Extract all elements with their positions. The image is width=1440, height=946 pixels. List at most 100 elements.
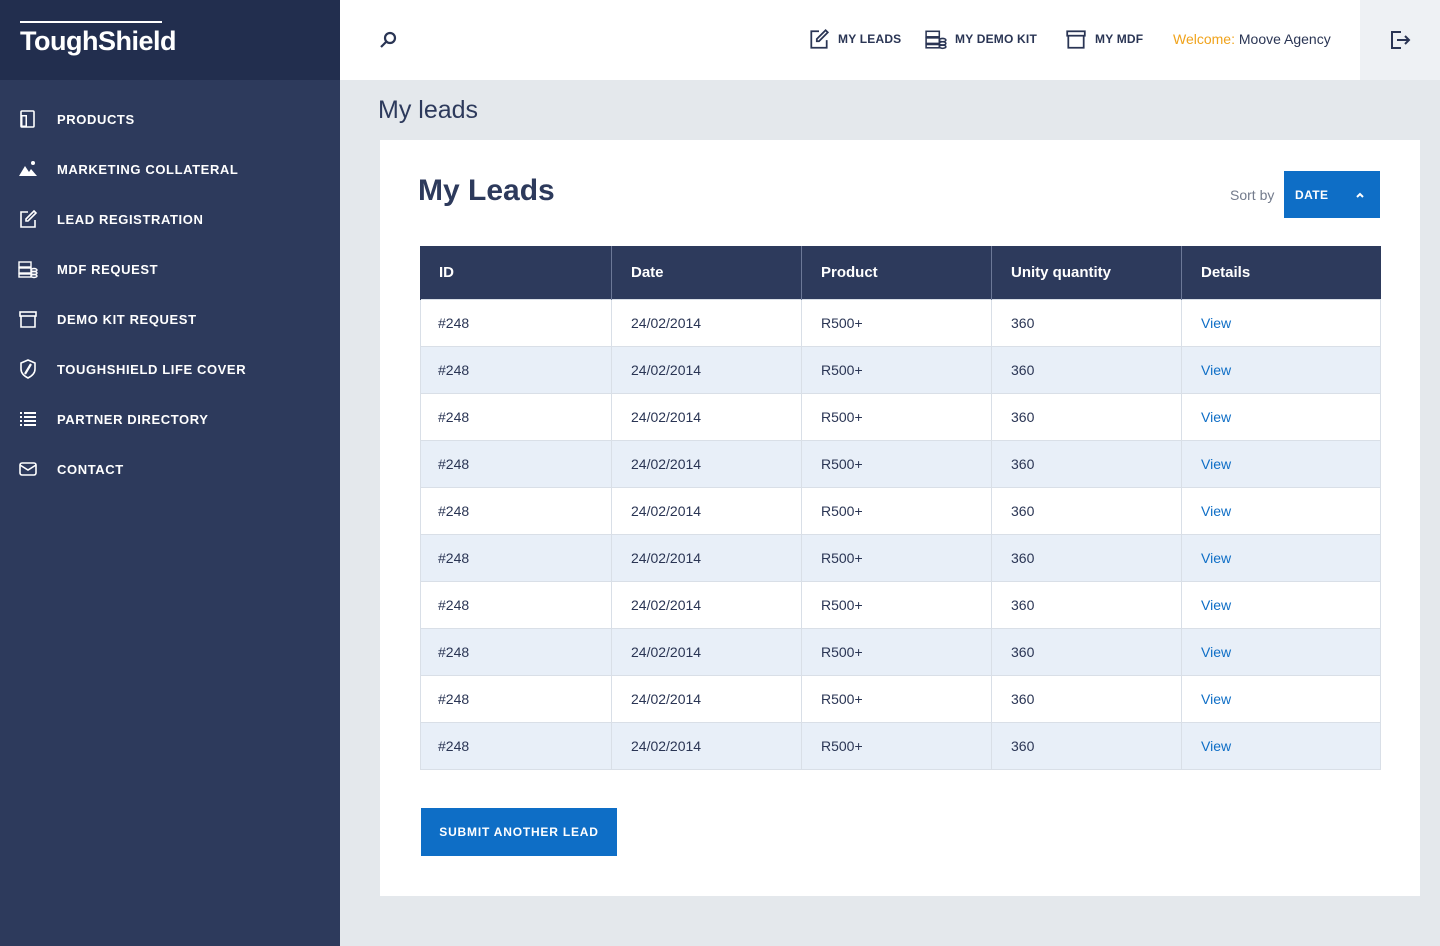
cell-details: View [1181,486,1381,535]
top-link-my-mdf[interactable]: MY MDF [1065,28,1143,50]
sidebar-item-mdf-request[interactable]: MDF REQUEST [0,244,340,294]
cell-date: 24/02/2014 [611,721,802,770]
top-link-my-demo-kit[interactable]: MY DEMO KIT [925,28,1037,50]
sidebar-item-label: DEMO KIT REQUEST [57,311,197,327]
cell-quantity: 360 [991,439,1182,488]
cell-details: View [1181,721,1381,770]
table-row: #248 24/02/2014 R500+ 360 View [420,721,1381,770]
card-title: My Leads [418,174,555,207]
cell-quantity: 360 [991,392,1182,441]
search-icon[interactable] [378,30,398,50]
sort-dropdown[interactable]: DATE [1284,171,1380,218]
cell-id: #248 [420,580,612,629]
logout-button[interactable] [1360,0,1440,80]
cell-details: View [1181,439,1381,488]
table-row: #248 24/02/2014 R500+ 360 View [420,674,1381,723]
cell-product: R500+ [801,721,992,770]
list-icon [18,409,38,429]
view-link[interactable]: View [1201,503,1231,519]
cell-quantity: 360 [991,721,1182,770]
sidebar-item-life-cover[interactable]: TOUGHSHIELD LIFE COVER [0,344,340,394]
sidebar-item-products[interactable]: PRODUCTS [0,94,340,144]
view-link[interactable]: View [1201,644,1231,660]
top-bar: MY LEADS MY DEMO KIT MY MDF Welcome: Moo… [340,0,1440,80]
cell-date: 24/02/2014 [611,392,802,441]
top-link-my-leads[interactable]: MY LEADS [808,28,901,50]
sidebar-item-partner-directory[interactable]: PARTNER DIRECTORY [0,394,340,444]
cell-details: View [1181,627,1381,676]
sidebar-item-label: PRODUCTS [57,111,135,127]
table-row: #248 24/02/2014 R500+ 360 View [420,627,1381,676]
sidebar-item-contact[interactable]: CONTACT [0,444,340,494]
edit-icon [18,209,38,229]
cell-id: #248 [420,345,612,394]
column-header-quantity[interactable]: Unity quantity [991,246,1182,299]
column-header-product[interactable]: Product [801,246,992,299]
cell-date: 24/02/2014 [611,533,802,582]
table-row: #248 24/02/2014 R500+ 360 View [420,580,1381,629]
cell-product: R500+ [801,439,992,488]
chevron-up-icon [1356,192,1364,198]
cell-details: View [1181,580,1381,629]
cell-product: R500+ [801,345,992,394]
view-link[interactable]: View [1201,691,1231,707]
table-row: #248 24/02/2014 R500+ 360 View [420,439,1381,488]
sidebar-item-label: MARKETING COLLATERAL [57,161,239,177]
leads-table: ID Date Product Unity quantity Details #… [420,246,1381,770]
view-link[interactable]: View [1201,315,1231,331]
top-link-label: MY DEMO KIT [955,32,1037,46]
user-name[interactable]: Moove Agency [1239,31,1331,47]
money-icon [925,30,947,50]
cell-details: View [1181,298,1381,347]
cell-id: #248 [420,721,612,770]
box-icon [18,309,38,329]
column-header-id[interactable]: ID [420,246,612,299]
cell-product: R500+ [801,298,992,347]
sidebar-item-label: TOUGHSHIELD LIFE COVER [57,361,247,377]
shield-icon [18,359,38,379]
cell-date: 24/02/2014 [611,345,802,394]
table-row: #248 24/02/2014 R500+ 360 View [420,486,1381,535]
table-row: #248 24/02/2014 R500+ 360 View [420,392,1381,441]
cell-id: #248 [420,533,612,582]
view-link[interactable]: View [1201,409,1231,425]
cell-details: View [1181,392,1381,441]
view-link[interactable]: View [1201,597,1231,613]
cell-date: 24/02/2014 [611,298,802,347]
submit-another-lead-button[interactable]: SUBMIT ANOTHER LEAD [421,808,617,856]
page-title: My leads [378,96,479,124]
cell-quantity: 360 [991,674,1182,723]
cell-id: #248 [420,298,612,347]
table-row: #248 24/02/2014 R500+ 360 View [420,345,1381,394]
cell-id: #248 [420,486,612,535]
sidebar-item-marketing-collateral[interactable]: MARKETING COLLATERAL [0,144,340,194]
column-header-date[interactable]: Date [611,246,802,299]
cell-product: R500+ [801,486,992,535]
products-icon [18,109,38,129]
view-link[interactable]: View [1201,362,1231,378]
sidebar-item-label: LEAD REGISTRATION [57,211,204,227]
welcome-message: Welcome: Moove Agency [1173,31,1331,47]
cell-date: 24/02/2014 [611,486,802,535]
cell-date: 24/02/2014 [611,627,802,676]
cell-quantity: 360 [991,345,1182,394]
cell-id: #248 [420,439,612,488]
mail-icon [18,459,38,479]
cell-details: View [1181,533,1381,582]
cell-quantity: 360 [991,533,1182,582]
sort-label: Sort by [1230,187,1275,203]
cell-product: R500+ [801,627,992,676]
brand-logo[interactable]: ToughShield [20,20,176,57]
column-header-details[interactable]: Details [1181,246,1381,299]
sidebar-item-lead-registration[interactable]: LEAD REGISTRATION [0,194,340,244]
view-link[interactable]: View [1201,738,1231,754]
top-link-label: MY LEADS [838,32,902,46]
sidebar-item-demo-kit-request[interactable]: DEMO KIT REQUEST [0,294,340,344]
cell-id: #248 [420,627,612,676]
view-link[interactable]: View [1201,456,1231,472]
cell-quantity: 360 [991,486,1182,535]
sidebar-nav: PRODUCTS MARKETING COLLATERAL LEAD REGIS… [0,80,340,494]
cell-id: #248 [420,674,612,723]
sidebar-item-label: CONTACT [57,461,124,477]
view-link[interactable]: View [1201,550,1231,566]
